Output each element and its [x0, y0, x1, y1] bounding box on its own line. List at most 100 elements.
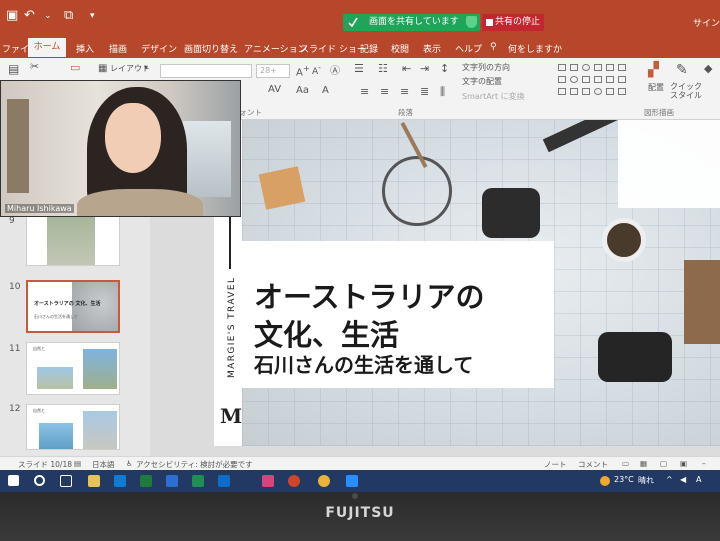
font-color-icon[interactable]: A — [322, 85, 329, 96]
paste-icon[interactable]: ▤ — [8, 62, 19, 76]
word-icon[interactable] — [166, 475, 178, 487]
shelf-image — [7, 99, 29, 193]
tab-draw[interactable]: 描画 — [109, 42, 127, 55]
stop-sharing-label: 共有の停止 — [495, 17, 541, 27]
slide-thumbnail-12[interactable]: 自然と — [26, 404, 120, 450]
slide-title-line-2[interactable]: 文化、生活 — [254, 312, 399, 354]
input-language[interactable]: A — [696, 475, 701, 484]
line-spacing-icon[interactable]: ↕ — [440, 62, 449, 75]
slide-thumbnail-9[interactable] — [26, 216, 120, 266]
columns-icon[interactable]: ⫼ — [440, 85, 445, 99]
new-slide-icon[interactable]: ▭ — [70, 61, 80, 74]
thumb-title: 自然と — [33, 346, 45, 351]
camera-image — [482, 188, 540, 238]
app-icon[interactable] — [262, 475, 274, 487]
normal-view-icon[interactable]: ▭ — [622, 459, 629, 468]
slide-thumbnail-10[interactable]: オーストラリアの 文化、生活 石川さんの生活を通して — [26, 280, 120, 333]
laptop-brand-logo: FUJITSU — [325, 505, 395, 521]
comments-button[interactable]: コメント — [578, 459, 608, 470]
chevron-up-icon[interactable]: ^ — [666, 475, 673, 484]
store-icon[interactable] — [192, 475, 204, 487]
person-body — [77, 189, 203, 216]
quick-style-button[interactable]: クイック スタイル — [670, 82, 706, 100]
tab-slideshow[interactable]: スライド ショー — [300, 42, 366, 55]
chrome-icon[interactable] — [318, 475, 330, 487]
char-spacing-icon[interactable]: AV — [268, 84, 281, 95]
zoom-out-icon[interactable]: – — [702, 459, 706, 468]
indent-icon[interactable]: ⇤ — [402, 62, 411, 75]
align-text-button[interactable]: 文字の配置 — [462, 76, 502, 87]
present-icon[interactable]: ⧉ — [64, 8, 73, 23]
excel-icon[interactable] — [140, 475, 152, 487]
current-slide[interactable]: MARGIE'S TRAVEL M オーストラリアの 文化、生活 石川さんの生活… — [214, 120, 720, 446]
share-status-text: 画面を共有しています — [369, 17, 459, 27]
tab-transitions[interactable]: 画面切り替え — [184, 42, 238, 55]
sign-in-link[interactable]: サイン — [693, 16, 720, 29]
clear-format-icon[interactable]: Ⓐ — [330, 62, 340, 77]
strap-image — [542, 120, 622, 153]
outdent-icon[interactable]: ⇥ — [420, 62, 429, 75]
tell-me-search[interactable]: 何をしますか — [508, 42, 562, 55]
volume-icon[interactable]: ◀ — [680, 475, 686, 484]
thumb-title: 自然と — [33, 408, 45, 413]
align-left-icon[interactable]: ≡ — [360, 85, 369, 98]
spellcheck-icon[interactable]: ▤ — [74, 459, 81, 468]
tab-view[interactable]: 表示 — [423, 42, 441, 55]
weather-status[interactable]: 晴れ — [638, 475, 654, 486]
outlook-icon[interactable] — [218, 475, 230, 487]
task-view-icon[interactable] — [60, 475, 72, 487]
weather-sun-icon — [600, 476, 610, 486]
temperature[interactable]: 23°C — [614, 475, 634, 484]
tab-design[interactable]: デザイン — [141, 42, 177, 55]
thumb-number: 9 — [9, 216, 15, 226]
accessibility-status[interactable]: アクセシビリティ: 検討が必要です — [136, 459, 253, 470]
powerpoint-icon[interactable] — [288, 475, 300, 487]
arrange-button[interactable]: 配置 — [648, 82, 664, 93]
tab-record[interactable]: 記録 — [360, 42, 378, 55]
change-case-icon[interactable]: Aa — [296, 85, 309, 96]
justify-icon[interactable]: ≣ — [420, 85, 429, 98]
sorter-view-icon[interactable]: ▦ — [640, 459, 647, 468]
redo-dropdown-icon[interactable]: ⌄ — [44, 11, 52, 21]
shield-icon — [466, 16, 477, 28]
layout-icon: ▦ — [98, 63, 108, 74]
shape-fill-icon[interactable]: ◆ — [704, 62, 712, 75]
shapes-gallery[interactable] — [558, 64, 638, 102]
slide-title-line-1[interactable]: オーストラリアの — [254, 274, 485, 316]
customize-qat-icon[interactable]: ▾ — [90, 11, 95, 21]
grow-font-icon[interactable]: A+ — [296, 63, 310, 78]
search-icon[interactable] — [34, 475, 45, 486]
slideshow-view-icon[interactable]: ▣ — [680, 459, 687, 468]
reading-view-icon[interactable]: ▢ — [660, 459, 667, 468]
undo-icon[interactable]: ↶ — [24, 8, 35, 23]
file-explorer-icon[interactable] — [88, 475, 100, 487]
tab-animations[interactable]: アニメーション — [244, 42, 307, 55]
save-icon[interactable]: ▣ — [6, 8, 18, 23]
numbering-icon[interactable]: ☷ — [378, 62, 388, 75]
font-size-box[interactable]: 28+ — [256, 64, 290, 78]
video-call-overlay[interactable]: Miharu Ishikawa — [0, 80, 241, 217]
person-face — [105, 103, 161, 173]
tab-home[interactable]: ホーム — [28, 38, 66, 59]
align-right-icon[interactable]: ≡ — [400, 85, 409, 98]
text-direction-button[interactable]: 文字列の方向 — [462, 62, 510, 73]
notes-button[interactable]: ノート — [544, 459, 567, 470]
windows-start-icon[interactable] — [8, 475, 19, 486]
cut-icon[interactable]: ✂ — [30, 60, 39, 73]
slide-thumbnail-11[interactable]: 自然と — [26, 342, 120, 395]
slide-subtitle[interactable]: 石川さんの生活を通して — [254, 349, 473, 378]
shrink-font-icon[interactable]: A- — [312, 63, 321, 77]
align-center-icon[interactable]: ≡ — [380, 85, 389, 98]
tab-help[interactable]: ヘルプ — [455, 42, 482, 55]
zoom-icon[interactable] — [346, 475, 358, 487]
smartart-button[interactable]: SmartArt に変換 — [462, 91, 525, 102]
stop-sharing-button[interactable]: 共有の停止 — [482, 14, 544, 31]
mail-icon[interactable] — [114, 475, 126, 487]
font-name-box[interactable] — [160, 64, 252, 78]
thumb-number: 10 — [9, 282, 21, 292]
tab-insert[interactable]: 挿入 — [76, 42, 94, 55]
language-indicator[interactable]: 日本語 — [92, 459, 115, 470]
tab-review[interactable]: 校閲 — [391, 42, 409, 55]
bullets-icon[interactable]: ☰ — [354, 62, 364, 75]
thumb-image — [72, 282, 118, 331]
